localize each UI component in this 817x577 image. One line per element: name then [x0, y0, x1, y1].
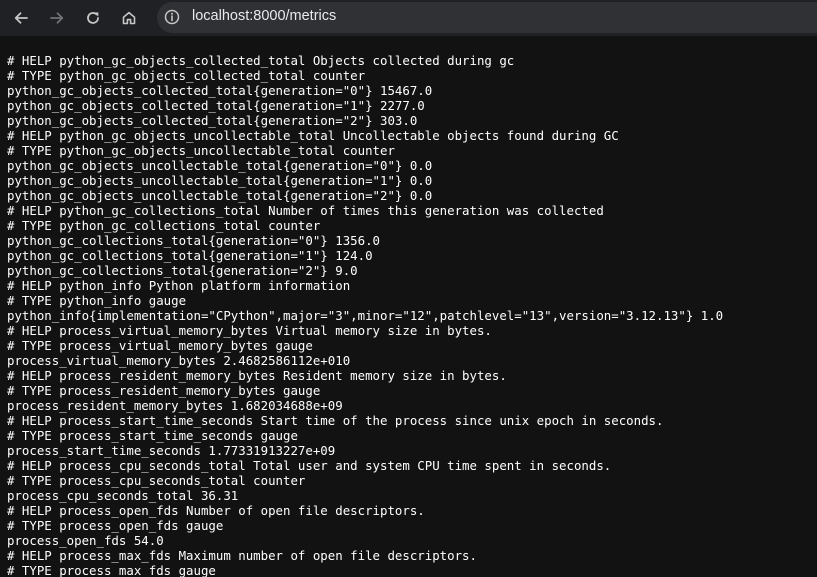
metrics-line: process_virtual_memory_bytes 2.468258611… [7, 353, 351, 368]
metrics-line: # TYPE process_cpu_seconds_total counter [7, 473, 306, 488]
metrics-line: # TYPE process_max_fds gauge [7, 563, 216, 577]
info-icon[interactable] [164, 9, 180, 25]
arrow-left-icon [14, 12, 28, 24]
metrics-line: process_start_time_seconds 1.77331913227… [7, 443, 336, 458]
metrics-line: process_open_fds 54.0 [7, 533, 164, 548]
metrics-line: python_gc_objects_collected_total{genera… [7, 98, 425, 113]
metrics-line: # TYPE process_resident_memory_bytes gau… [7, 383, 321, 398]
home-button[interactable] [117, 6, 141, 30]
url-text[interactable]: localhost:8000/metrics [192, 8, 336, 24]
metrics-line: # TYPE python_gc_objects_uncollectable_t… [7, 143, 395, 158]
metrics-line: python_info{implementation="CPython",maj… [7, 308, 724, 323]
browser-toolbar: localhost:8000/metrics [0, 0, 817, 36]
metrics-line: # HELP process_max_fds Maximum number of… [7, 548, 477, 563]
metrics-line: # HELP process_open_fds Number of open f… [7, 503, 425, 518]
metrics-text: # HELP python_gc_objects_collected_total… [7, 53, 723, 577]
metrics-line: python_gc_objects_collected_total{genera… [7, 113, 418, 128]
metrics-line: process_cpu_seconds_total 36.31 [7, 488, 239, 503]
metrics-line: # HELP process_start_time_seconds Start … [7, 413, 664, 428]
back-button[interactable] [9, 6, 33, 30]
address-bar[interactable]: localhost:8000/metrics [157, 2, 817, 33]
home-icon [122, 11, 136, 25]
metrics-line: python_gc_objects_uncollectable_total{ge… [7, 173, 433, 188]
metrics-line: # TYPE process_start_time_seconds gauge [7, 428, 298, 443]
reload-button[interactable] [81, 6, 105, 30]
metrics-line: # HELP process_virtual_memory_bytes Virt… [7, 323, 492, 338]
metrics-line: # HELP python_gc_objects_collected_total… [7, 53, 515, 68]
metrics-line: # HELP python_info Python platform infor… [7, 278, 351, 293]
metrics-line: # TYPE process_virtual_memory_bytes gaug… [7, 338, 313, 353]
metrics-line: # TYPE python_gc_objects_collected_total… [7, 68, 366, 83]
page-content: # HELP python_gc_objects_collected_total… [0, 36, 817, 577]
metrics-line: python_gc_objects_uncollectable_total{ge… [7, 158, 433, 173]
metrics-line: python_gc_objects_collected_total{genera… [7, 83, 433, 98]
metrics-line: # HELP python_gc_collections_total Numbe… [7, 203, 604, 218]
metrics-line: process_resident_memory_bytes 1.68203468… [7, 398, 343, 413]
reload-icon [87, 12, 99, 24]
metrics-line: python_gc_objects_uncollectable_total{ge… [7, 188, 433, 203]
arrow-right-icon [50, 12, 64, 24]
metrics-line: python_gc_collections_total{generation="… [7, 248, 373, 263]
metrics-line: python_gc_collections_total{generation="… [7, 233, 380, 248]
metrics-line: # TYPE process_open_fds gauge [7, 518, 224, 533]
forward-button[interactable] [45, 6, 69, 30]
metrics-line: # TYPE python_info gauge [7, 293, 187, 308]
metrics-line: # HELP python_gc_objects_uncollectable_t… [7, 128, 619, 143]
metrics-line: # TYPE python_gc_collections_total count… [7, 218, 321, 233]
metrics-line: python_gc_collections_total{generation="… [7, 263, 358, 278]
metrics-line: # HELP process_resident_memory_bytes Res… [7, 368, 507, 383]
metrics-line: # HELP process_cpu_seconds_total Total u… [7, 458, 612, 473]
